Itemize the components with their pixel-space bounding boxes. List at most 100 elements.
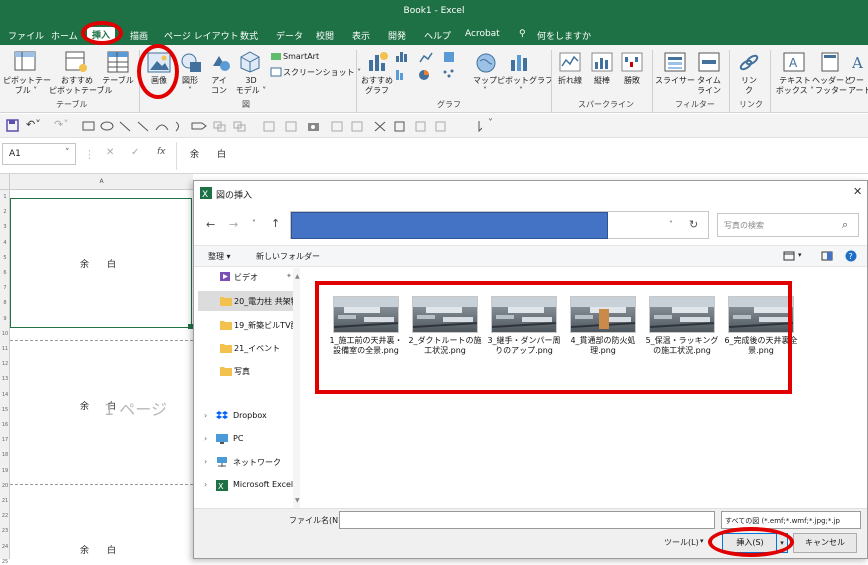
forward-icon[interactable]: → [229, 218, 238, 231]
column-header-a[interactable]: A [10, 174, 193, 190]
nav-item-network[interactable]: ネットワーク [233, 457, 281, 468]
pivot-chart-button[interactable]: ピボットグラフ ˅ [497, 76, 553, 96]
row-number[interactable]: 9 [0, 316, 10, 322]
nav-item-folder[interactable]: 21_イベント [234, 343, 280, 354]
shapes-button[interactable]: 図形 ˅ [179, 76, 201, 96]
tab-view[interactable]: 表示 [352, 29, 370, 42]
new-folder-button[interactable]: 新しいフォルダー [256, 251, 320, 262]
tab-acrobat[interactable]: Acrobat [465, 29, 500, 39]
row-number[interactable]: 6 [0, 270, 10, 276]
row-number[interactable]: 23 [0, 528, 10, 534]
tab-formulas[interactable]: 数式 [240, 29, 258, 42]
row-number[interactable]: 8 [0, 300, 10, 306]
row-number[interactable]: 13 [0, 376, 10, 382]
recommended-charts-button[interactable]: おすすめ グラフ [359, 76, 395, 96]
up-icon[interactable]: ↑ [271, 217, 280, 230]
chevron-down-icon[interactable]: ▾ [700, 537, 704, 545]
view-options-icon[interactable] [783, 251, 795, 261]
select-all-corner[interactable] [0, 174, 10, 190]
tab-page-layout[interactable]: ページ レイアウト [164, 29, 239, 42]
help-icon[interactable]: ? [845, 250, 857, 262]
tell-me-search[interactable]: 何をしますか [537, 29, 591, 42]
screenshot-button[interactable]: スクリーンショット ˅ [283, 68, 361, 78]
expand-icon[interactable]: › [204, 434, 207, 443]
address-bar[interactable]: ˅ ↻ [290, 211, 709, 239]
row-number[interactable]: 3 [0, 224, 10, 230]
table-button[interactable]: テーブル [100, 76, 136, 86]
nav-item-microsoft-excel[interactable]: Microsoft Excel [233, 480, 293, 489]
fx-icon[interactable]: fx [157, 147, 166, 157]
wordart-button[interactable]: ワー アート [848, 76, 868, 96]
expand-icon[interactable]: › [204, 457, 207, 466]
row-number[interactable]: 7 [0, 285, 10, 291]
name-box[interactable]: A1 ˅ [2, 143, 76, 165]
sparkline-line-button[interactable]: 折れ線 [554, 76, 586, 86]
tab-home[interactable]: ホーム [51, 29, 78, 42]
row-number[interactable]: 12 [0, 361, 10, 367]
tab-draw[interactable]: 描画 [130, 29, 148, 42]
expand-icon[interactable]: › [204, 480, 207, 489]
nav-item-dropbox[interactable]: Dropbox [233, 411, 267, 420]
filename-input[interactable] [339, 511, 715, 529]
link-button[interactable]: リンク [736, 76, 762, 96]
nav-item-folder[interactable]: 19_新築ビルTV配 [234, 320, 296, 331]
chevron-down-icon[interactable]: ▾ [798, 251, 802, 259]
row-number[interactable]: 4 [0, 240, 10, 246]
row-number[interactable]: 25 [0, 559, 10, 565]
row-number[interactable]: 18 [0, 452, 10, 458]
enter-icon[interactable]: ✓ [131, 147, 139, 158]
tools-button[interactable]: ツール(L) [664, 537, 699, 548]
nav-scrollbar[interactable] [293, 268, 300, 508]
preview-pane-icon[interactable] [821, 251, 833, 261]
cancel-icon[interactable]: ✕ [106, 147, 114, 158]
redo-icon[interactable]: ↷˅ [54, 118, 69, 131]
cancel-button[interactable]: キャンセル [793, 533, 857, 553]
row-number[interactable]: 24 [0, 544, 10, 550]
recent-locations-icon[interactable]: ˅ [252, 219, 256, 228]
row-number[interactable]: 2 [0, 209, 10, 215]
nav-item-videos[interactable]: ビデオ [234, 272, 258, 283]
organize-button[interactable]: 整理 ▾ [208, 251, 231, 262]
undo-icon[interactable]: ↶˅ [26, 118, 41, 131]
pivot-table-button[interactable]: ピボットテー ブル ˅ [3, 76, 51, 96]
qat-more-icon[interactable]: ˅ [488, 118, 493, 129]
formula-content[interactable]: 余 白 [190, 147, 226, 160]
row-number[interactable]: 22 [0, 513, 10, 519]
row-number[interactable]: 5 [0, 255, 10, 261]
row-number[interactable]: 20 [0, 483, 10, 489]
row-number[interactable]: 17 [0, 437, 10, 443]
tab-developer[interactable]: 開発 [388, 29, 406, 42]
back-icon[interactable]: ← [206, 218, 215, 231]
timeline-button[interactable]: タイム ライン [694, 76, 724, 96]
nav-item-pc[interactable]: PC [233, 434, 243, 443]
row-number[interactable]: 1 [0, 194, 10, 200]
row-number[interactable]: 16 [0, 422, 10, 428]
row-number[interactable]: 19 [0, 468, 10, 474]
scroll-up-icon[interactable]: ▲ [295, 273, 300, 280]
row-number[interactable]: 10 [0, 331, 10, 337]
nav-item-folder[interactable]: 20_電力柱 共架物 [234, 296, 296, 307]
icons-button[interactable]: アイ コン [207, 76, 231, 96]
recommended-pivot-button[interactable]: おすすめ ピボットテーブル [49, 76, 113, 96]
tab-review[interactable]: 校閲 [316, 29, 334, 42]
save-icon[interactable] [6, 119, 20, 133]
close-icon[interactable]: ✕ [853, 185, 862, 198]
smartart-button[interactable]: SmartArt [283, 52, 319, 62]
textbox-button[interactable]: テキスト ボックス ˅ [775, 76, 815, 96]
header-footer-button[interactable]: ヘッダーと フッター [812, 76, 852, 96]
sparkline-column-button[interactable]: 縦棒 [586, 76, 618, 86]
scroll-down-icon[interactable]: ▼ [295, 497, 300, 504]
row-number[interactable]: 14 [0, 392, 10, 398]
row-number[interactable]: 15 [0, 407, 10, 413]
chevron-down-icon[interactable]: ˅ [669, 220, 673, 229]
tab-help[interactable]: ヘルプ [424, 29, 451, 42]
refresh-icon[interactable]: ↻ [689, 218, 698, 231]
row-number[interactable]: 21 [0, 498, 10, 504]
3d-model-button[interactable]: 3D モデル ˅ [231, 76, 271, 96]
maps-button[interactable]: マップ ˅ [470, 76, 500, 96]
tab-file[interactable]: ファイル [8, 29, 44, 42]
tab-data[interactable]: データ [276, 29, 303, 42]
sparkline-winloss-button[interactable]: 勝敗 [616, 76, 648, 86]
nav-item-photos[interactable]: 写真 [234, 366, 250, 377]
row-number[interactable]: 11 [0, 346, 10, 352]
